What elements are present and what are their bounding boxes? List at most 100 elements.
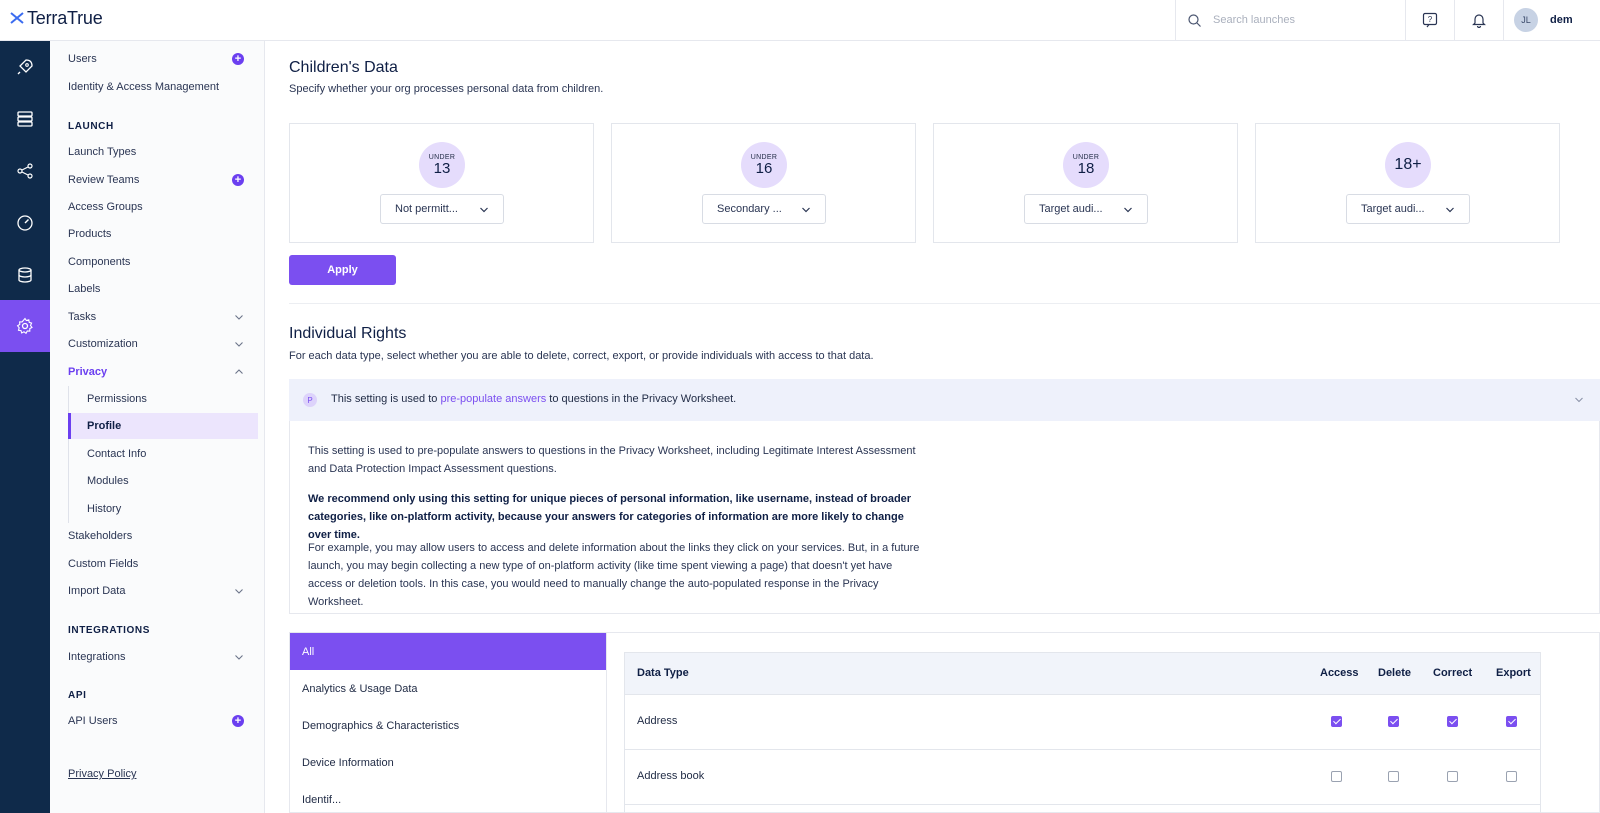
sidebar-subitem-label: Modules bbox=[87, 475, 129, 487]
sidebar-item-label: Identity & Access Management bbox=[68, 81, 220, 93]
age-select-under-18[interactable]: Target audi... bbox=[1024, 194, 1148, 224]
age-select-under-16[interactable]: Secondary ... bbox=[702, 194, 826, 224]
data-type-table: Data Type Access Delete Correct Export A… bbox=[624, 652, 1541, 813]
help-button[interactable]: ? bbox=[1405, 0, 1454, 40]
rail-dashboard[interactable] bbox=[0, 197, 50, 249]
category-item-analytics[interactable]: Analytics & Usage Data bbox=[290, 670, 606, 707]
age-select-under-13[interactable]: Not permitt... bbox=[380, 194, 504, 224]
sidebar-subitem-modules[interactable]: Modules bbox=[69, 468, 259, 494]
sidebar-item-stakeholders[interactable]: Stakeholders bbox=[68, 525, 258, 547]
pre-populate-answers-link[interactable]: pre-populate answers bbox=[440, 393, 546, 405]
delete-checkbox[interactable] bbox=[1388, 771, 1399, 782]
info-paragraph-1: This setting is used to pre-populate ans… bbox=[308, 445, 916, 475]
select-value: Target audi... bbox=[1361, 203, 1425, 215]
sidebar-subitem-profile[interactable]: Profile bbox=[68, 413, 258, 439]
rocket-icon bbox=[17, 59, 33, 75]
delete-checkbox[interactable] bbox=[1388, 716, 1399, 727]
rail-launches[interactable] bbox=[0, 41, 50, 93]
rail-database[interactable] bbox=[0, 249, 50, 301]
sidebar-item-iam[interactable]: Identity & Access Management bbox=[68, 76, 258, 98]
chevron-down-icon bbox=[235, 342, 243, 347]
header-access: Access bbox=[1320, 667, 1359, 679]
sidebar-item-label: Stakeholders bbox=[68, 530, 133, 542]
table-header: Data Type Access Delete Correct Export bbox=[625, 653, 1540, 695]
gauge-icon bbox=[17, 215, 33, 231]
export-checkbox[interactable] bbox=[1506, 771, 1517, 782]
privacy-policy-link[interactable]: Privacy Policy bbox=[68, 768, 136, 780]
add-api-user-icon[interactable]: + bbox=[232, 715, 244, 727]
category-item-identifiers[interactable]: Identif... bbox=[290, 781, 606, 812]
category-item-demographics[interactable]: Demographics & Characteristics bbox=[290, 707, 606, 744]
sidebar-item-label: Launch Types bbox=[68, 146, 137, 158]
age-badge: UNDER 13 bbox=[419, 142, 465, 188]
sidebar-item-review-teams[interactable]: Review Teams + bbox=[68, 169, 258, 191]
sidebar-subitem-label: Profile bbox=[87, 420, 122, 432]
sidebar-item-labels[interactable]: Labels bbox=[68, 278, 258, 300]
sidebar-item-label: Access Groups bbox=[68, 201, 143, 213]
section-divider bbox=[289, 303, 1600, 304]
sidebar-item-privacy[interactable]: Privacy bbox=[68, 361, 258, 383]
icon-rail bbox=[0, 41, 50, 813]
rail-settings[interactable] bbox=[0, 300, 50, 352]
prepopulate-info-toggle[interactable]: P This setting is used to pre-populate a… bbox=[289, 379, 1600, 421]
chevron-down-icon bbox=[1446, 207, 1454, 213]
add-user-icon[interactable]: + bbox=[232, 53, 244, 65]
export-checkbox[interactable] bbox=[1506, 716, 1517, 727]
logo-icon bbox=[10, 12, 24, 24]
add-review-team-icon[interactable]: + bbox=[232, 174, 244, 186]
sidebar-item-integrations[interactable]: Integrations bbox=[68, 646, 258, 668]
sidebar-subitem-label: History bbox=[87, 503, 122, 515]
category-item-all[interactable]: All bbox=[290, 633, 606, 670]
correct-checkbox[interactable] bbox=[1447, 771, 1458, 782]
avatar: JL bbox=[1514, 8, 1538, 32]
sidebar-item-label: Tasks bbox=[68, 311, 97, 323]
info-text-before: This setting is used to bbox=[331, 393, 441, 405]
correct-checkbox[interactable] bbox=[1447, 716, 1458, 727]
info-text-after: to questions in the Privacy Worksheet. bbox=[546, 393, 737, 405]
age-value: 16 bbox=[755, 160, 773, 177]
user-name: dem bbox=[1550, 14, 1573, 26]
sidebar-item-label: Integrations bbox=[68, 651, 126, 663]
apply-button[interactable]: Apply bbox=[289, 255, 396, 285]
sidebar-item-components[interactable]: Components bbox=[68, 251, 258, 273]
sidebar-item-import-data[interactable]: Import Data bbox=[68, 580, 258, 602]
age-badge: UNDER 18 bbox=[1063, 142, 1109, 188]
sidebar-item-products[interactable]: Products bbox=[68, 223, 258, 245]
search-input[interactable] bbox=[1213, 14, 1383, 26]
age-card-under-18: UNDER 18 Target audi... bbox=[933, 123, 1238, 243]
sidebar-item-tasks[interactable]: Tasks bbox=[68, 306, 258, 328]
user-menu[interactable]: JL dem bbox=[1503, 0, 1600, 40]
sidebar-item-access-groups[interactable]: Access Groups bbox=[68, 196, 258, 218]
sidebar-item-launch-types[interactable]: Launch Types bbox=[68, 141, 258, 163]
age-badge: 18+ bbox=[1385, 142, 1431, 188]
rail-data-map[interactable] bbox=[0, 93, 50, 145]
sidebar-item-users[interactable]: Users + bbox=[68, 48, 258, 70]
section-launch: LAUNCH bbox=[68, 121, 114, 132]
table-row: Address bbox=[625, 695, 1540, 750]
sidebar-item-label: Privacy bbox=[68, 366, 108, 378]
data-type-panel: Data Type Access Delete Correct Export A… bbox=[607, 632, 1600, 813]
sidebar-subitem-contact-info[interactable]: Contact Info bbox=[69, 441, 259, 467]
notifications-button[interactable] bbox=[1454, 0, 1503, 40]
sidebar-item-api-users[interactable]: API Users + bbox=[68, 710, 258, 732]
search-box[interactable] bbox=[1175, 0, 1405, 40]
rail-network[interactable] bbox=[0, 145, 50, 197]
privacy-submenu: Permissions Profile Contact Info Modules… bbox=[68, 386, 258, 523]
access-checkbox[interactable] bbox=[1331, 716, 1342, 727]
sidebar-item-customization[interactable]: Customization bbox=[68, 333, 258, 355]
header-export: Export bbox=[1496, 667, 1531, 679]
terratrue-logo[interactable]: TerraTrue bbox=[10, 8, 103, 28]
logo-text: TerraTrue bbox=[27, 7, 103, 28]
age-select-18-plus[interactable]: Target audi... bbox=[1346, 194, 1470, 224]
section-integrations: INTEGRATIONS bbox=[68, 625, 151, 636]
sidebar-item-label: Components bbox=[68, 256, 131, 268]
age-card-under-16: UNDER 16 Secondary ... bbox=[611, 123, 916, 243]
sidebar-subitem-permissions[interactable]: Permissions bbox=[69, 386, 259, 412]
access-checkbox[interactable] bbox=[1331, 771, 1342, 782]
settings-sidebar: Users + Identity & Access Management LAU… bbox=[50, 41, 265, 813]
sidebar-subitem-history[interactable]: History bbox=[69, 496, 259, 522]
header-data-type: Data Type bbox=[637, 667, 689, 679]
age-card-18-plus: 18+ Target audi... bbox=[1255, 123, 1560, 243]
category-item-device-information[interactable]: Device Information bbox=[290, 744, 606, 781]
sidebar-item-custom-fields[interactable]: Custom Fields bbox=[68, 553, 258, 575]
